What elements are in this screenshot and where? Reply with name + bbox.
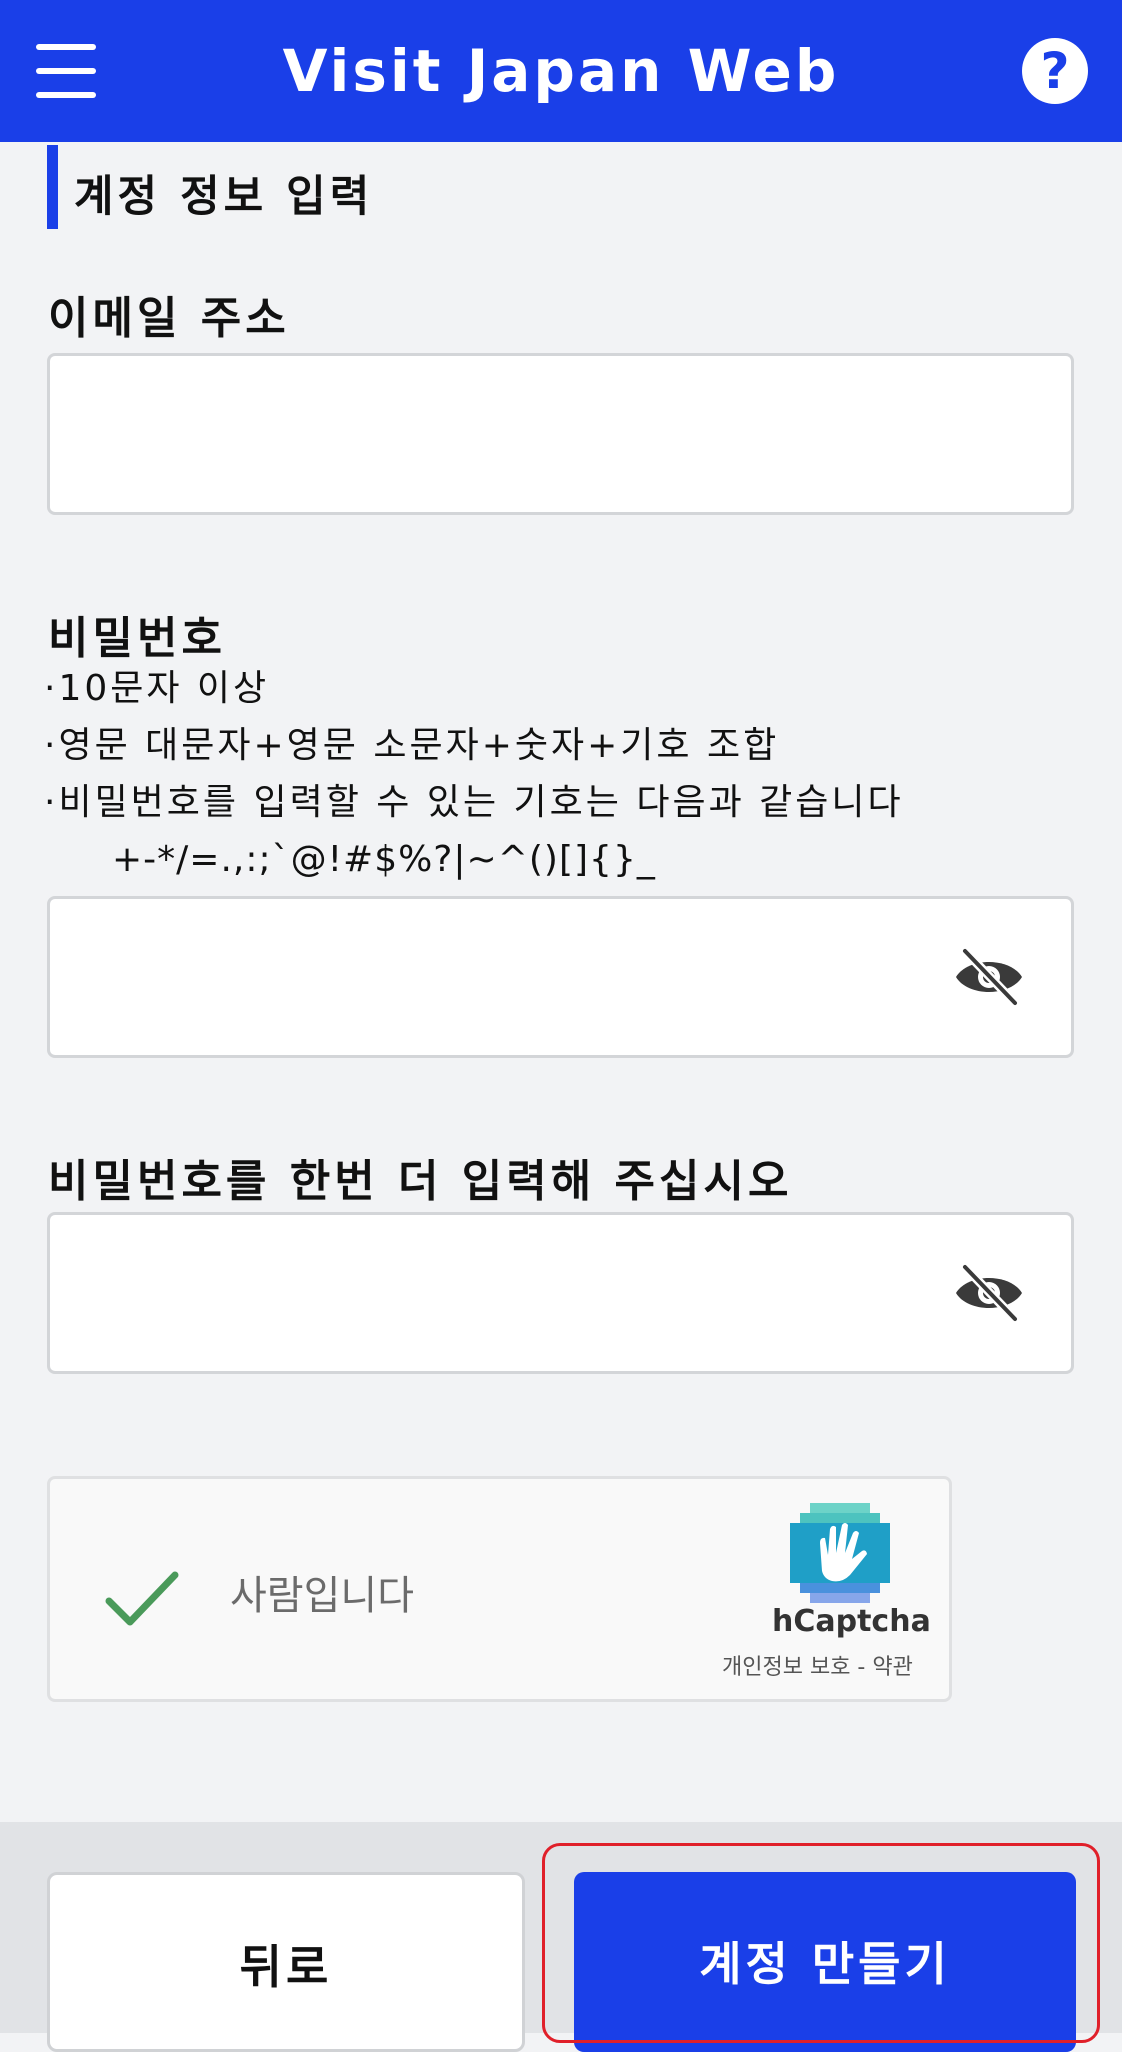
password-label: 비밀번호 xyxy=(48,613,226,664)
section-title: 계정 정보 입력 xyxy=(74,172,374,222)
hcaptcha-widget[interactable]: 사람입니다 hCaptcha 개인정보 보호 - 약관 xyxy=(47,1476,952,1702)
create-account-button[interactable]: 계정 만들기 xyxy=(574,1872,1076,2052)
password-confirm-label: 비밀번호를 한번 더 입력해 주십시오 xyxy=(48,1156,793,1207)
email-field-container xyxy=(47,353,1074,515)
checkmark-icon xyxy=(105,1571,179,1626)
password-rule-length: ·10문자 이상 xyxy=(44,668,270,709)
email-input[interactable] xyxy=(50,356,1071,512)
app-header: Visit Japan Web ? xyxy=(0,0,1122,142)
section-accent-bar xyxy=(47,145,58,229)
password-input[interactable] xyxy=(50,899,1071,1055)
password-rule-composition: ·영문 대문자+영문 소문자+숫자+기호 조합 xyxy=(44,725,780,766)
password-confirm-field-container xyxy=(47,1212,1074,1374)
password-allowed-symbols: +-*/=.,:;`@!#$%?|~^()[]{}_ xyxy=(112,839,656,880)
email-label: 이메일 주소 xyxy=(48,293,290,344)
hcaptcha-logo-icon xyxy=(790,1503,890,1603)
help-icon[interactable]: ? xyxy=(1022,38,1088,104)
password-rules: ·10문자 이상 ·영문 대문자+영문 소문자+숫자+기호 조합 ·비밀번호를 … xyxy=(44,660,904,888)
password-rule-symbols: ·비밀번호를 입력할 수 있는 기호는 다음과 같습니다 xyxy=(44,782,904,823)
password-confirm-input[interactable] xyxy=(50,1215,1071,1371)
eye-slash-icon[interactable] xyxy=(953,947,1025,1007)
hamburger-menu-icon[interactable] xyxy=(36,44,96,98)
back-button[interactable]: 뒤로 xyxy=(47,1872,525,2052)
eye-slash-icon[interactable] xyxy=(953,1263,1025,1323)
password-field-container xyxy=(47,896,1074,1058)
app-title: Visit Japan Web xyxy=(282,37,840,105)
hcaptcha-privacy-terms-link[interactable]: 개인정보 보호 - 약관 xyxy=(722,1649,913,1681)
captcha-status-text: 사람입니다 xyxy=(230,1573,414,1619)
hcaptcha-brand: hCaptcha xyxy=(772,1604,931,1639)
